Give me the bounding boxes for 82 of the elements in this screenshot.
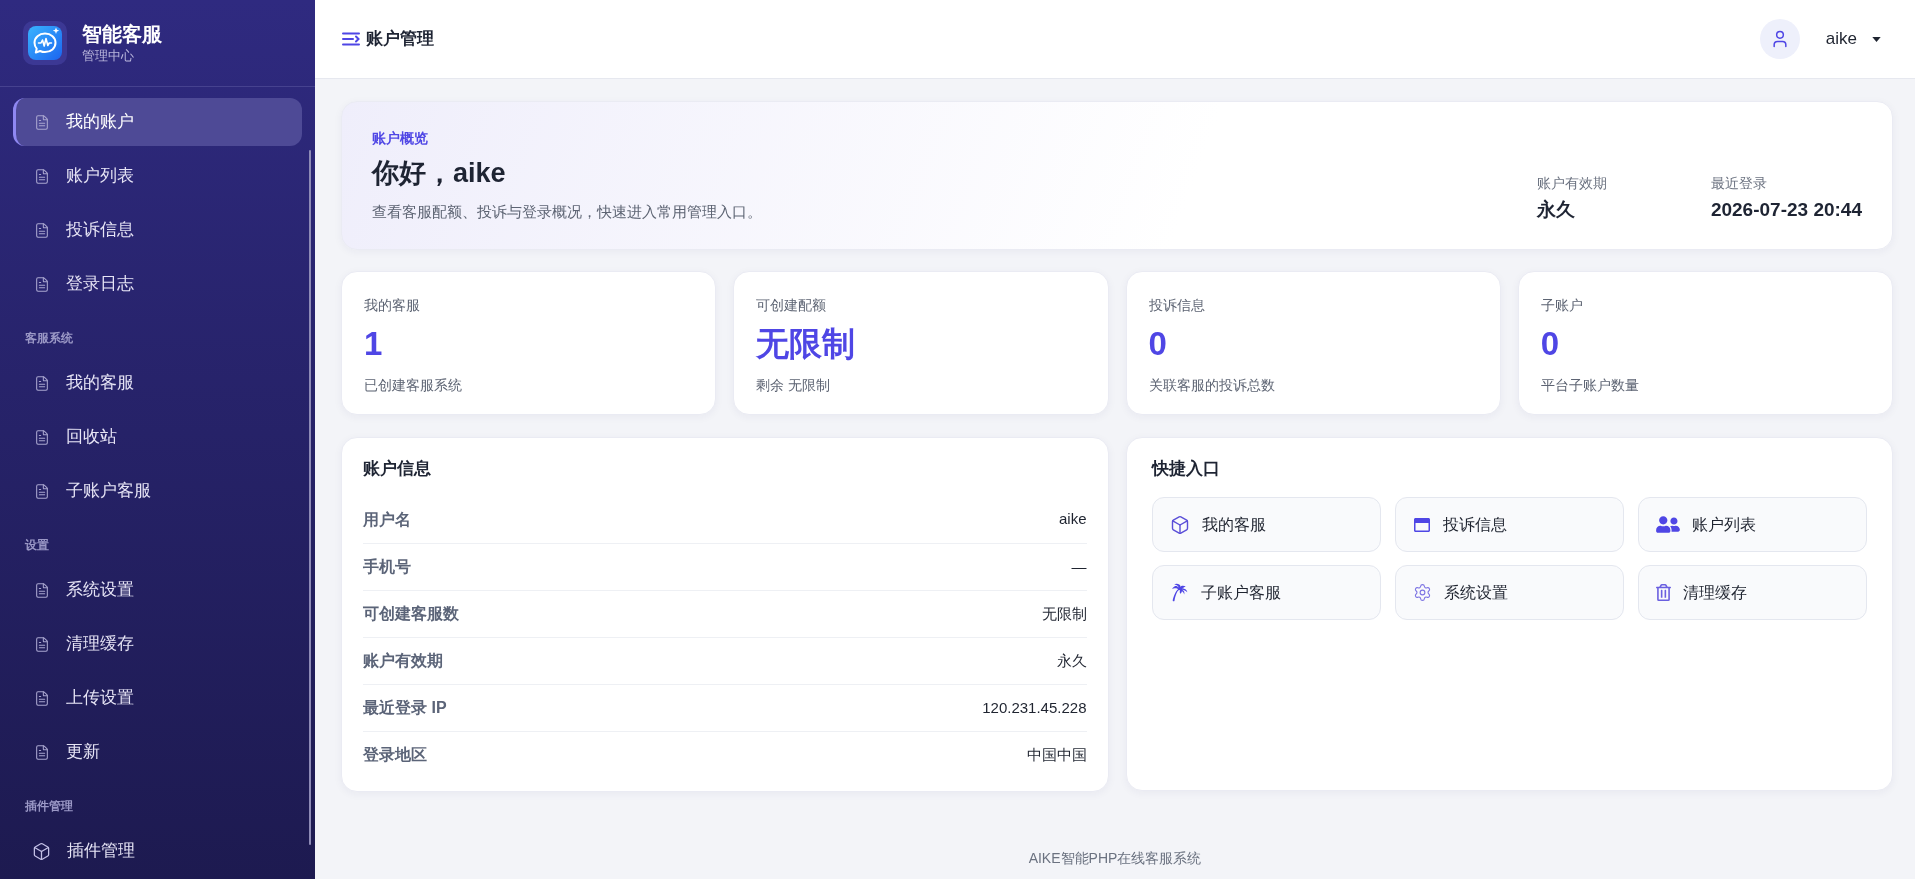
avatar-icon[interactable] [1759,19,1800,59]
greeting-heading: 你好，aike [372,157,507,190]
sidebar-item[interactable]: 我的账户 [13,98,302,146]
sidebar-item[interactable]: 上传设置 [13,674,302,722]
stat-label: 可创建配额 [756,296,827,315]
menu-icon[interactable] [342,32,360,46]
document-icon [34,374,50,392]
stat-note: 关联客服的投诉总数 [1148,376,1275,395]
page-title: 账户管理 [366,28,434,51]
section-heading: 客服系统 [25,330,74,346]
brand-subtitle: 管理中心 [82,47,135,65]
stat-value: 0 [1148,324,1167,364]
card-title: 账户信息 [363,458,431,480]
stat-note: 剩余 无限制 [756,376,831,395]
quick-link-button[interactable]: 系统设置 [1394,565,1624,620]
quick-link-button[interactable]: 投诉信息 [1394,497,1624,552]
stat-label: 子账户 [1540,296,1583,315]
info-label: 手机号 [363,557,411,577]
overview-description: 查看客服配额、投诉与登录概况，快速进入常用管理入口。 [372,202,762,222]
document-icon [34,581,50,599]
sidebar-item[interactable]: 系统设置 [13,566,302,614]
meta-value: 永久 [1536,198,1576,222]
footer-text: AIKE智能PHP在线客服系统 [1028,848,1202,868]
stat-label: 投诉信息 [1148,296,1205,315]
sidebar-item[interactable]: 登录日志 [13,260,302,308]
info-label: 最近登录 IP [363,698,447,718]
palm-tree-icon [1169,583,1189,602]
meta-value: 2026-07-23 20:44 [1710,198,1862,222]
document-icon [34,428,50,446]
stat-label: 我的客服 [364,296,420,315]
section-heading: 插件管理 [25,798,74,814]
trash-icon [1655,584,1671,601]
meta-label: 账户有效期 [1536,174,1608,193]
stat-note: 平台子账户数量 [1540,376,1639,395]
document-icon [34,689,50,707]
sidebar-item[interactable]: 账户列表 [13,152,302,200]
brand-title: 智能客服 [82,22,162,47]
document-icon [34,221,50,239]
info-value: 中国中国 [1026,744,1087,765]
document-icon [34,113,50,131]
quick-link-button[interactable]: 账户列表 [1637,497,1867,552]
sidebar-item[interactable]: 回收站 [13,413,302,461]
username[interactable]: aike [1825,26,1857,52]
sidebar-item[interactable]: 我的客服 [13,359,302,407]
caret-icon[interactable] [1872,36,1881,42]
sidebar-item[interactable]: 投诉信息 [13,206,302,254]
window-icon [1412,516,1431,533]
quick-link-button[interactable]: 子账户客服 [1151,565,1381,620]
logo-icon [23,21,67,65]
info-value: 无限制 [1041,603,1087,624]
stat-value: 0 [1540,324,1560,364]
sidebar-item[interactable]: 更新 [13,728,302,776]
info-label: 用户名 [363,509,411,530]
sidebar-item[interactable]: 插件管理 [13,827,302,875]
document-icon [34,635,50,653]
stat-value: 无限制 [756,324,856,364]
info-value: aike [1058,509,1087,530]
stat-note: 已创建客服系统 [364,376,462,395]
quick-link-button[interactable]: 我的客服 [1151,497,1381,552]
settings-icon [1412,583,1432,602]
info-label: 账户有效期 [363,651,443,671]
meta-label: 最近登录 [1710,174,1768,193]
sidebar-item[interactable]: 清理缓存 [13,620,302,668]
cube-icon [1169,514,1190,535]
stat-value: 1 [364,324,383,364]
cube-icon [32,841,51,861]
info-value: 120.231.45.228 [982,697,1087,718]
document-icon [34,167,50,185]
quick-link-button[interactable]: 清理缓存 [1637,565,1867,620]
info-label: 登录地区 [363,745,427,765]
document-icon [34,482,50,500]
info-value: 永久 [1056,650,1087,671]
document-icon [34,275,50,293]
card-title: 快捷入口 [1151,458,1220,480]
info-value: — [1071,556,1087,577]
section-heading: 设置 [25,537,50,553]
users-icon [1655,515,1680,534]
sidebar-item[interactable]: 子账户客服 [13,467,302,515]
overview-label: 账户概览 [372,129,429,148]
scrollbar-thumb[interactable] [309,150,311,845]
info-label: 可创建客服数 [363,604,459,624]
document-icon [34,743,50,761]
